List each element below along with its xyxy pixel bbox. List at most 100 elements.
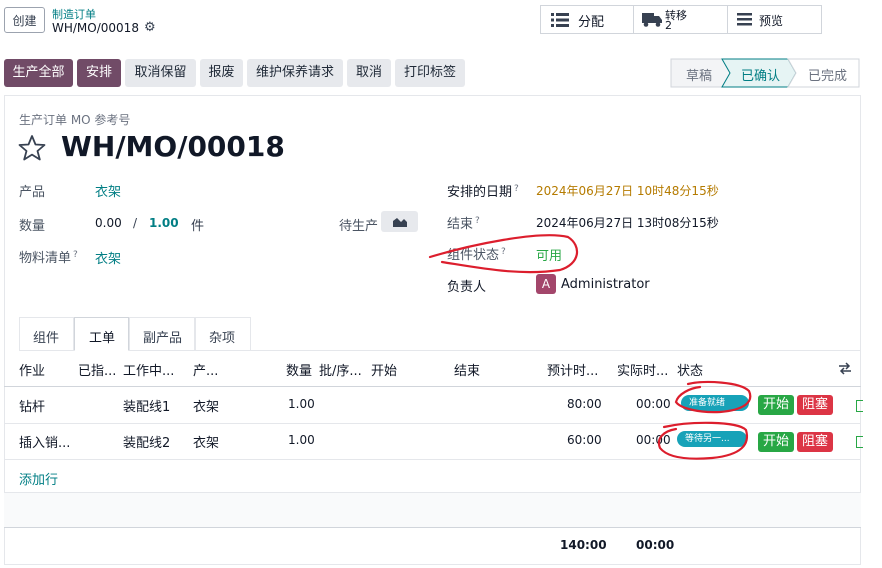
end-date-field[interactable]: 2024年06月27日 13时08分15秒 bbox=[536, 214, 719, 231]
col-header-lot[interactable]: 批/序... bbox=[319, 360, 362, 379]
forecast-button[interactable] bbox=[381, 211, 418, 232]
tab-components[interactable]: 组件 bbox=[19, 317, 74, 350]
row-checkbox-icon[interactable] bbox=[856, 400, 863, 412]
reference-label: 生产订单 MO 参考号 bbox=[19, 113, 131, 127]
status-badge: 等待另一... bbox=[677, 431, 747, 447]
end-date-label: 结束? bbox=[447, 213, 480, 232]
col-header-start[interactable]: 开始 bbox=[371, 360, 397, 379]
scheduled-help-icon: ? bbox=[514, 183, 519, 194]
block-button[interactable]: 阻塞 bbox=[797, 432, 834, 452]
end-date-label-text: 结束 bbox=[447, 217, 474, 232]
quantity-produced[interactable]: 0.00 bbox=[95, 216, 122, 230]
status-confirmed[interactable]: 已确认 bbox=[741, 65, 780, 84]
col-header-real-duration[interactable]: 实际时... bbox=[617, 360, 668, 379]
scheduled-date-label-text: 安排的日期 bbox=[447, 185, 513, 200]
status-badge: 准备就绪 bbox=[681, 395, 749, 411]
smart-button-transfers[interactable]: 转移 2 bbox=[634, 6, 728, 33]
maintenance-request-button[interactable]: 维护保养请求 bbox=[247, 59, 343, 87]
end-help-icon: ? bbox=[475, 215, 480, 226]
cell-workcenter: 装配线2 bbox=[123, 436, 171, 451]
quantity-uom[interactable]: 件 bbox=[191, 215, 204, 234]
component-status-label: 组件状态? bbox=[447, 244, 506, 263]
product-field[interactable]: 衣架 bbox=[95, 181, 121, 200]
optional-columns-icon[interactable] bbox=[838, 362, 852, 375]
row-divider bbox=[4, 459, 861, 460]
col-header-expected-duration[interactable]: 预计时... bbox=[547, 360, 598, 379]
tab-label: 副产品 bbox=[143, 331, 183, 346]
gear-icon[interactable]: ⚙ bbox=[144, 20, 156, 35]
table-footer-divider bbox=[4, 527, 861, 528]
status-draft[interactable]: 草稿 bbox=[686, 65, 712, 84]
quantity-label: 数量 bbox=[19, 219, 46, 234]
truck-icon bbox=[642, 13, 662, 27]
bom-field[interactable]: 衣架 bbox=[95, 248, 121, 267]
quantity-separator: / bbox=[133, 216, 138, 230]
tabs-baseline bbox=[19, 350, 861, 351]
produce-all-button[interactable]: 生产全部 bbox=[4, 59, 73, 87]
col-header-assigned[interactable]: 已指... bbox=[78, 360, 116, 379]
bom-label-text: 物料清单 bbox=[19, 251, 72, 266]
table-row[interactable]: 插入销... 装配线2 衣架 1.00 60:00 00:00 等待另一... … bbox=[4, 424, 863, 460]
star-icon[interactable] bbox=[18, 134, 46, 161]
scheduled-date-field[interactable]: 2024年06月27日 10时48分15秒 bbox=[536, 182, 719, 199]
cell-real-duration: 00:00 bbox=[636, 397, 671, 411]
plan-button[interactable]: 安排 bbox=[77, 59, 121, 87]
tab-misc[interactable]: 杂项 bbox=[195, 317, 251, 350]
block-button[interactable]: 阻塞 bbox=[797, 395, 834, 415]
row-checkbox-icon[interactable] bbox=[856, 436, 863, 448]
avatar: A bbox=[536, 274, 556, 294]
total-real-duration: 00:00 bbox=[636, 538, 675, 552]
start-button[interactable]: 开始 bbox=[758, 432, 795, 452]
tab-label: 工单 bbox=[89, 331, 116, 346]
component-status-value: 可用 bbox=[536, 249, 563, 264]
cell-operation: 插入销... bbox=[19, 436, 71, 451]
status-done[interactable]: 已完成 bbox=[808, 65, 847, 84]
tab-workorders[interactable]: 工单 bbox=[74, 317, 129, 351]
col-header-workcenter[interactable]: 工作中... bbox=[123, 360, 174, 379]
cell-quantity: 1.00 bbox=[288, 433, 315, 447]
cell-operation: 钻杆 bbox=[19, 400, 46, 415]
menu-icon bbox=[737, 13, 752, 26]
cell-quantity: 1.00 bbox=[288, 397, 315, 411]
smart-button-preview[interactable]: 预览 bbox=[728, 6, 821, 33]
cell-workcenter: 装配线1 bbox=[123, 400, 171, 415]
scheduled-date-label: 安排的日期? bbox=[447, 181, 519, 200]
tab-byproducts[interactable]: 副产品 bbox=[129, 317, 195, 350]
scrap-button[interactable]: 报废 bbox=[200, 59, 243, 87]
cell-expected-duration: 60:00 bbox=[567, 433, 602, 447]
create-button[interactable]: 创建 bbox=[4, 7, 45, 33]
bom-help-icon: ? bbox=[73, 249, 78, 260]
bom-label: 物料清单? bbox=[19, 247, 78, 266]
responsible-label: 负责人 bbox=[447, 280, 487, 295]
smart-button-allocation[interactable]: 分配 bbox=[541, 6, 634, 33]
responsible-field[interactable]: Administrator bbox=[561, 277, 650, 292]
col-header-operation[interactable]: 作业 bbox=[19, 360, 45, 379]
component-help-icon: ? bbox=[501, 246, 506, 257]
table-row[interactable]: 钻杆 装配线1 衣架 1.00 80:00 00:00 准备就绪 开始 阻塞 bbox=[4, 387, 863, 423]
smart-button-label: 预览 bbox=[759, 14, 784, 28]
tab-label: 杂项 bbox=[209, 331, 236, 346]
start-button[interactable]: 开始 bbox=[758, 395, 795, 415]
cell-product: 衣架 bbox=[193, 400, 220, 415]
to-produce-label: 待生产 bbox=[339, 219, 379, 234]
total-expected-duration: 140:00 bbox=[560, 538, 607, 552]
quantity-total[interactable]: 1.00 bbox=[149, 216, 179, 230]
cell-real-duration: 00:00 bbox=[636, 433, 671, 447]
unreserve-button[interactable]: 取消保留 bbox=[125, 59, 196, 87]
cancel-button[interactable]: 取消 bbox=[347, 59, 391, 87]
col-header-end[interactable]: 结束 bbox=[454, 360, 480, 379]
add-line-link[interactable]: 添加行 bbox=[19, 469, 58, 488]
col-header-status[interactable]: 状态 bbox=[677, 360, 703, 379]
product-label: 产品 bbox=[19, 185, 46, 200]
record-title: WH/MO/00018 bbox=[52, 21, 139, 35]
breadcrumb-parent[interactable]: 制造订单 bbox=[52, 6, 96, 22]
cell-expected-duration: 80:00 bbox=[567, 397, 602, 411]
col-header-product[interactable]: 产... bbox=[193, 360, 218, 379]
record-name: WH/MO/00018 bbox=[61, 130, 285, 163]
tab-label: 组件 bbox=[33, 331, 60, 346]
col-header-quantity[interactable]: 数量 bbox=[286, 360, 312, 379]
list-icon bbox=[551, 13, 569, 27]
cell-product: 衣架 bbox=[193, 436, 220, 451]
print-labels-button[interactable]: 打印标签 bbox=[395, 59, 465, 87]
smart-button-label: 分配 bbox=[578, 15, 605, 30]
